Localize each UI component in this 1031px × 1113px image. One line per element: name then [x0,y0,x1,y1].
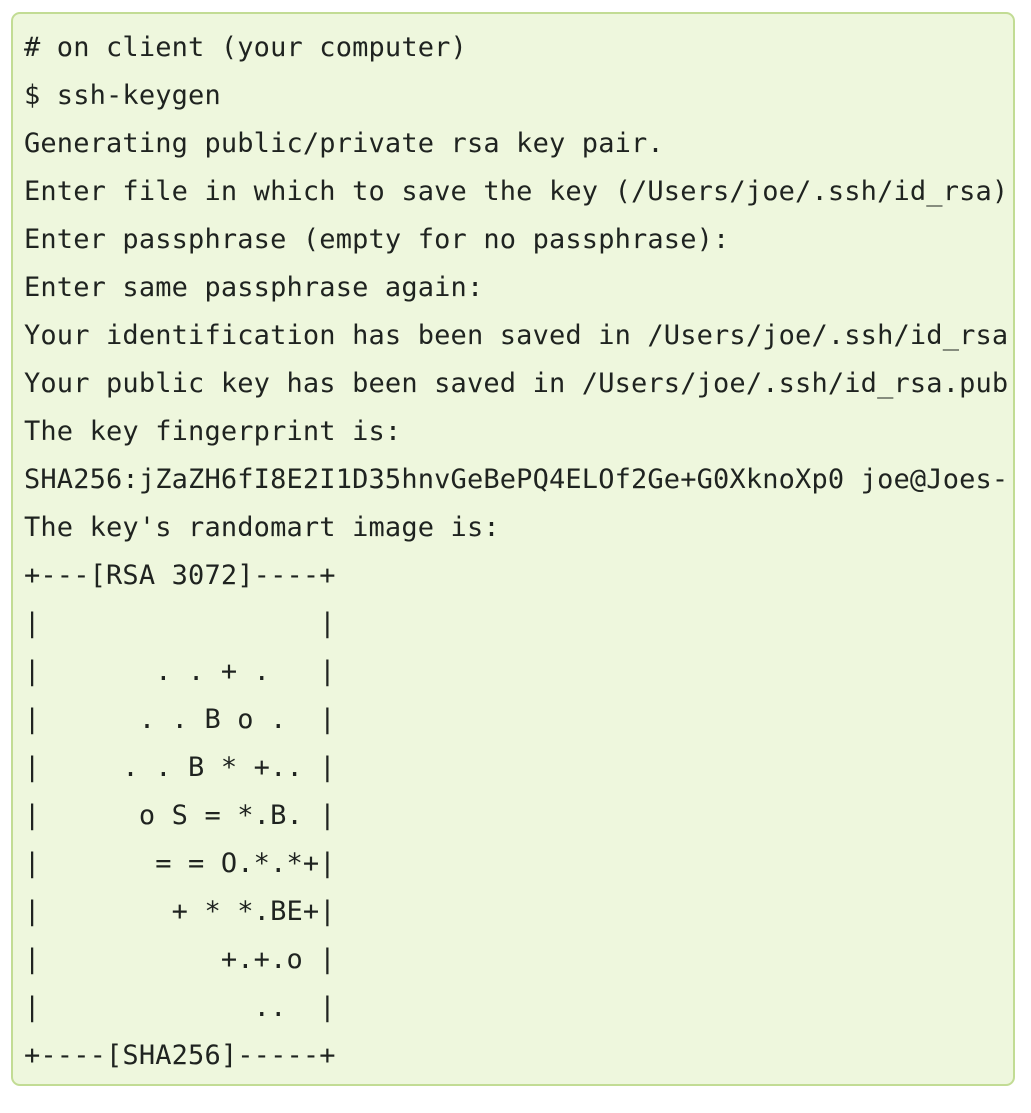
terminal-code-block: # on client (your computer) $ ssh-keygen… [11,12,1015,1086]
randomart-line: | = = O.*.*+| [24,848,336,879]
randomart-line: +----[SHA256]-----+ [24,1040,336,1071]
code-line-output: Enter same passphrase again: [24,272,484,303]
randomart-line: | . . B o . | [24,704,336,735]
randomart-line: | . . + . | [24,656,336,687]
code-line-output: Enter passphrase (empty for no passphras… [24,224,730,255]
randomart-line: | +.+.o | [24,944,336,975]
code-line-comment: # on client (your computer) [24,32,467,63]
code-line-output: The key's randomart image is: [24,512,500,543]
code-lines: # on client (your computer) $ ssh-keygen… [24,28,1015,1084]
code-line-output: Your identification has been saved in /U… [24,320,1009,351]
randomart-line: | o S = *.B. | [24,800,336,831]
randomart-line: | | [24,608,336,639]
randomart-line: | . . B * +.. | [24,752,336,783]
code-line-command: $ ssh-keygen [24,80,221,111]
randomart-line: +---[RSA 3072]----+ [24,560,336,591]
code-line-output: Your public key has been saved in /Users… [24,368,1009,399]
code-line-output: Generating public/private rsa key pair. [24,128,664,159]
code-line-output: Enter file in which to save the key (/Us… [24,176,1015,207]
code-line-fingerprint: SHA256:jZaZH6fI8E2I1D35hnvGeBePQ4ELOf2Ge… [24,464,1009,495]
randomart-line: | .. | [24,992,336,1023]
randomart-line: | + * *.BE+| [24,896,336,927]
code-line-output: The key fingerprint is: [24,416,402,447]
